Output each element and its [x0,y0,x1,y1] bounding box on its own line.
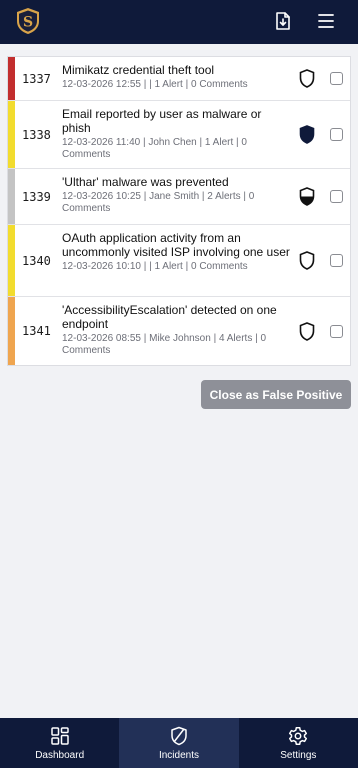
incident-meta: 12-03-2026 12:55 | | 1 Alert | 0 Comment… [62,79,248,90]
bottom-nav: Dashboard Incidents Settings [0,718,358,768]
incident-body: OAuth application activity from an uncom… [62,225,292,296]
incident-title: OAuth application activity from an uncom… [62,231,290,259]
incident-title: 'Ulthar' malware was prevented [62,175,229,189]
incident-row[interactable]: 1338 Email reported by user as malware o… [8,101,350,169]
incident-row[interactable]: 1341 'AccessibilityEscalation' detected … [8,297,350,365]
shield-outline-icon [292,57,322,100]
incident-id: 1337 [22,71,51,86]
incident-meta: 12-03-2026 11:40 | John Chen | 1 Alert |… [62,137,247,160]
severity-bar [8,101,15,168]
incident-meta: 12-03-2026 10:25 | Jane Smith | 2 Alerts… [62,191,255,214]
shield-filled-icon [292,101,322,168]
nav-dashboard-label: Dashboard [35,749,85,761]
close-as-false-positive-button[interactable]: Close as False Positive [201,380,351,409]
nav-settings[interactable]: Settings [239,718,358,768]
row-checkbox[interactable] [322,297,350,365]
hamburger-menu-icon[interactable] [315,10,337,32]
incident-meta: 12-03-2026 10:10 | | 1 Alert | 0 Comment… [62,261,248,272]
incident-title: Mimikatz credential theft tool [62,63,215,77]
incident-row[interactable]: 1337 Mimikatz credential theft tool 12-0… [8,57,350,101]
incident-body: Email reported by user as malware or phi… [62,101,292,168]
severity-bar [8,225,15,296]
row-checkbox[interactable] [322,101,350,168]
file-download-icon[interactable] [272,10,294,32]
shield-outline-icon [292,297,322,365]
row-checkbox[interactable] [322,169,350,224]
incident-list: 1337 Mimikatz credential theft tool 12-0… [7,56,351,366]
nav-incidents-label: Incidents [158,749,199,761]
incident-row[interactable]: 1340 OAuth application activity from an … [8,225,350,297]
severity-bar [8,297,15,365]
logo-letter: S [23,15,33,31]
nav-incidents[interactable]: Incidents [119,718,239,768]
incident-id: 1340 [22,253,51,268]
shield-half-icon [292,169,322,224]
row-checkbox[interactable] [322,225,350,296]
incident-row[interactable]: 1339 'Ulthar' malware was prevented 12-0… [8,169,350,225]
incident-id: 1338 [22,127,51,142]
incident-body: 'AccessibilityEscalation' detected on on… [62,297,292,365]
nav-dashboard[interactable]: Dashboard [0,718,119,768]
incident-body: Mimikatz credential theft tool 12-03-202… [62,57,292,100]
incident-title: Email reported by user as malware or phi… [62,107,262,135]
severity-bar [8,169,15,224]
severity-bar [8,57,15,100]
top-bar: S [0,0,358,44]
dashboard-grid-icon [50,726,69,745]
shield-outline-icon [292,225,322,296]
nav-settings-label: Settings [280,749,317,761]
incident-id: 1341 [22,324,51,338]
incident-id: 1339 [22,189,51,204]
row-checkbox[interactable] [322,57,350,100]
incident-meta: 12-03-2026 08:55 | Mike Johnson | 4 Aler… [62,333,267,356]
incident-body: 'Ulthar' malware was prevented 12-03-202… [62,169,292,224]
shield-icon [171,726,187,745]
gear-icon [289,726,308,745]
shield-logo-icon[interactable]: S [13,6,43,36]
incident-title: 'AccessibilityEscalation' detected on on… [62,303,277,331]
